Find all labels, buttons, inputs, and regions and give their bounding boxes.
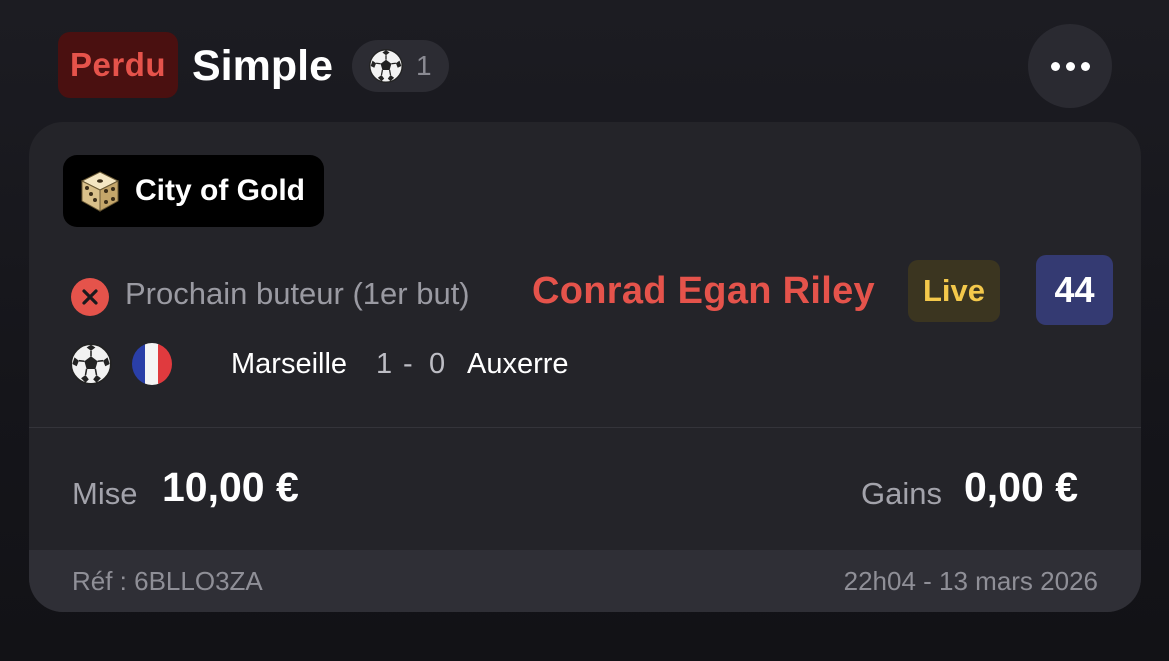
stake-value: 10,00 € <box>162 464 299 510</box>
match-row[interactable]: Marseille 1 - 0 Auxerre <box>69 340 769 390</box>
stake-label: Mise <box>72 476 138 511</box>
bet-card[interactable]: City of Gold Prochain buteur (1er but) C… <box>29 122 1141 612</box>
score-separator: - <box>403 348 413 380</box>
soccer-ball-icon <box>70 343 112 385</box>
bet-footer: Réf : 6BLLO3ZA 22h04 - 13 mars 2026 <box>29 550 1141 612</box>
live-badge: Live <box>908 260 1000 322</box>
more-dot <box>1080 61 1090 71</box>
home-team: Marseille <box>231 348 348 380</box>
lost-x-icon <box>71 278 109 316</box>
sport-count-pill: 1 <box>352 40 449 92</box>
france-flag-icon <box>132 343 172 385</box>
status-badge: Perdu <box>58 32 178 98</box>
away-team: Auxerre <box>467 348 569 380</box>
home-score: 1 <box>376 348 393 380</box>
selection-count: 1 <box>416 50 432 81</box>
more-options-button[interactable] <box>1028 24 1112 108</box>
selection-row: Prochain buteur (1er but) Conrad Egan Ri… <box>69 255 1119 330</box>
game-tag[interactable]: City of Gold <box>63 155 324 227</box>
more-horizontal-icon <box>1050 61 1060 71</box>
game-name: City of Gold <box>135 174 305 207</box>
bet-reference: Réf : 6BLLO3ZA <box>72 566 263 596</box>
soccer-ball-icon <box>369 49 403 83</box>
gains-label: Gains <box>861 476 942 511</box>
divider <box>29 427 1141 428</box>
selection-pick: Conrad Egan Riley <box>532 270 875 312</box>
away-score: 0 <box>429 348 446 380</box>
bet-date: 22h04 - 13 mars 2026 <box>843 566 1098 596</box>
bet-header: Perdu Simple 1 <box>0 0 1169 120</box>
gains-value: 0,00 € <box>964 464 1078 510</box>
market-name: Prochain buteur (1er but) <box>125 276 470 311</box>
dice-icon <box>80 171 120 212</box>
bet-type-title: Simple <box>192 42 333 90</box>
more-dot <box>1065 61 1075 71</box>
match-minute-badge: 44 <box>1036 255 1113 325</box>
